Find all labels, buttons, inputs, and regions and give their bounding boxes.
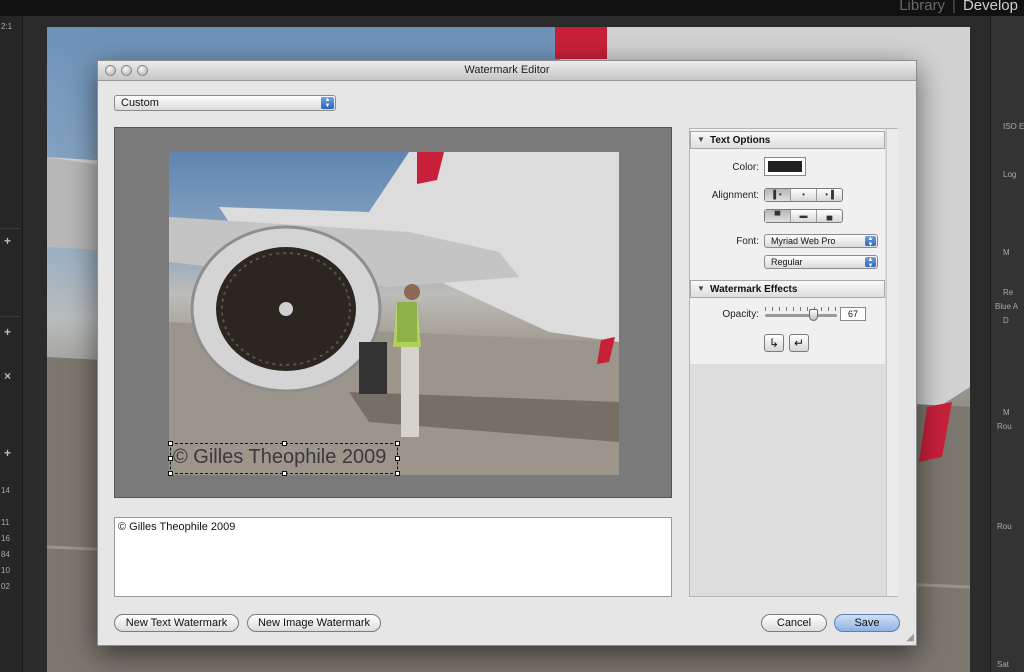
left-panel-value: 14 bbox=[1, 486, 10, 495]
right-panel-label: Log bbox=[1003, 170, 1017, 179]
disclosure-triangle-icon: ▼ bbox=[697, 284, 705, 293]
opacity-value-field[interactable]: 67 bbox=[840, 307, 866, 321]
align-middle-icon[interactable]: ▬ bbox=[791, 210, 817, 222]
resize-handle[interactable] bbox=[395, 456, 400, 461]
watermark-text-value: © Gilles Theophile 2009 bbox=[118, 521, 236, 533]
right-panel-label: ISO E bbox=[1003, 122, 1024, 131]
left-panel-value: 16 bbox=[1, 534, 10, 543]
font-select[interactable]: Myriad Web Pro ▲ ▼ bbox=[764, 234, 878, 248]
new-text-watermark-button[interactable]: New Text Watermark bbox=[114, 614, 239, 632]
close-icon[interactable]: × bbox=[4, 369, 11, 383]
align-bottom-icon[interactable]: ▄ bbox=[817, 210, 842, 222]
opacity-label: Opacity: bbox=[722, 309, 759, 320]
opacity-slider-thumb[interactable] bbox=[808, 309, 818, 321]
watermark-preview-text: © Gilles Theophile 2009 bbox=[173, 446, 387, 468]
right-panel-label: Sat bbox=[997, 660, 1010, 669]
resize-handle[interactable] bbox=[168, 441, 173, 446]
font-select-value: Myriad Web Pro bbox=[771, 236, 836, 246]
opacity-slider[interactable] bbox=[765, 314, 837, 317]
save-button[interactable]: Save bbox=[834, 614, 900, 632]
preset-select[interactable]: Custom ▲ ▼ bbox=[114, 95, 336, 111]
right-panel-label: M bbox=[1003, 248, 1010, 257]
align-left-icon[interactable]: ▌• bbox=[765, 189, 791, 201]
color-label: Color: bbox=[732, 162, 759, 173]
horizontal-alignment-control[interactable]: ▌• • •▐ bbox=[764, 188, 843, 202]
chevron-updown-icon: ▲ ▼ bbox=[321, 97, 334, 109]
module-library[interactable]: Library bbox=[899, 0, 945, 14]
text-options-title: Text Options bbox=[710, 135, 771, 146]
resize-handle[interactable] bbox=[395, 471, 400, 476]
add-icon[interactable]: + bbox=[4, 325, 11, 339]
add-icon[interactable]: + bbox=[4, 446, 11, 460]
options-content: ▼ Text Options Color: Alignment: ▌• • •▐… bbox=[690, 129, 885, 364]
color-swatch-fill bbox=[768, 161, 802, 172]
watermark-editor-dialog: Watermark Editor Custom ▲ ▼ © Gilles The… bbox=[97, 60, 917, 646]
right-panel-label: Rou bbox=[997, 522, 1012, 531]
cancel-button[interactable]: Cancel bbox=[761, 614, 827, 632]
module-picker: Library | Develop bbox=[899, 0, 1018, 14]
color-swatch[interactable] bbox=[764, 157, 806, 176]
watermark-effects-header[interactable]: ▼ Watermark Effects bbox=[690, 280, 885, 298]
align-right-icon[interactable]: •▐ bbox=[817, 189, 842, 201]
left-panel-value: 11 bbox=[1, 518, 10, 527]
chevron-updown-icon: ▲ ▼ bbox=[865, 236, 876, 248]
resize-grip-icon[interactable]: ◢ bbox=[906, 632, 914, 643]
add-icon[interactable]: + bbox=[4, 234, 11, 248]
font-label: Font: bbox=[736, 236, 759, 247]
right-panel-label: M bbox=[1003, 408, 1010, 417]
right-panel-label: D bbox=[1003, 316, 1009, 325]
align-center-icon[interactable]: • bbox=[791, 189, 817, 201]
resize-handle[interactable] bbox=[168, 471, 173, 476]
rotate-left-icon[interactable]: ↵ bbox=[789, 334, 809, 352]
options-panel: ▼ Text Options Color: Alignment: ▌• • •▐… bbox=[689, 128, 898, 597]
module-develop[interactable]: Develop bbox=[963, 0, 1018, 14]
right-panel: ISO E Log M Re Blue A D M Rou Rou Sat bbox=[990, 16, 1024, 672]
right-panel-label: Rou bbox=[997, 422, 1012, 431]
rotate-right-icon[interactable]: ↳ bbox=[764, 334, 784, 352]
new-image-watermark-button[interactable]: New Image Watermark bbox=[247, 614, 381, 632]
left-panel-value: 2:1 bbox=[1, 22, 13, 31]
style-select[interactable]: Regular ▲ ▼ bbox=[764, 255, 878, 269]
style-select-value: Regular bbox=[771, 257, 803, 267]
text-options-header[interactable]: ▼ Text Options bbox=[690, 131, 885, 149]
disclosure-triangle-icon: ▼ bbox=[697, 135, 705, 144]
title-bar[interactable]: Watermark Editor bbox=[98, 61, 916, 81]
preview-photo bbox=[169, 152, 619, 475]
left-panel: 2:1 + + × + 14 11 16 84 10 02 bbox=[0, 16, 23, 672]
alignment-label: Alignment: bbox=[711, 190, 759, 201]
opacity-slider-ticks bbox=[765, 307, 837, 311]
left-panel-value: 10 bbox=[1, 566, 10, 575]
right-panel-label: Re bbox=[1003, 288, 1014, 297]
left-panel-value: 84 bbox=[1, 550, 10, 559]
chevron-updown-icon: ▲ ▼ bbox=[865, 257, 876, 269]
resize-handle[interactable] bbox=[168, 456, 173, 461]
options-scrollbar[interactable] bbox=[886, 129, 898, 596]
watermark-text-field[interactable]: © Gilles Theophile 2009 bbox=[114, 517, 672, 597]
resize-handle[interactable] bbox=[395, 441, 400, 446]
resize-handle[interactable] bbox=[282, 471, 287, 476]
right-panel-label: Blue A bbox=[995, 302, 1019, 311]
watermark-preview: © Gilles Theophile 2009 bbox=[114, 127, 672, 498]
resize-handle[interactable] bbox=[282, 441, 287, 446]
top-bar: Library | Develop bbox=[0, 0, 1024, 16]
vertical-alignment-control[interactable]: ▀ ▬ ▄ bbox=[764, 209, 843, 223]
watermark-effects-title: Watermark Effects bbox=[710, 284, 798, 295]
preset-select-value: Custom bbox=[121, 97, 159, 109]
watermark-selection[interactable]: © Gilles Theophile 2009 bbox=[168, 441, 400, 476]
dialog-title: Watermark Editor bbox=[464, 64, 550, 76]
align-top-icon[interactable]: ▀ bbox=[765, 210, 791, 222]
left-panel-value: 02 bbox=[1, 582, 10, 591]
